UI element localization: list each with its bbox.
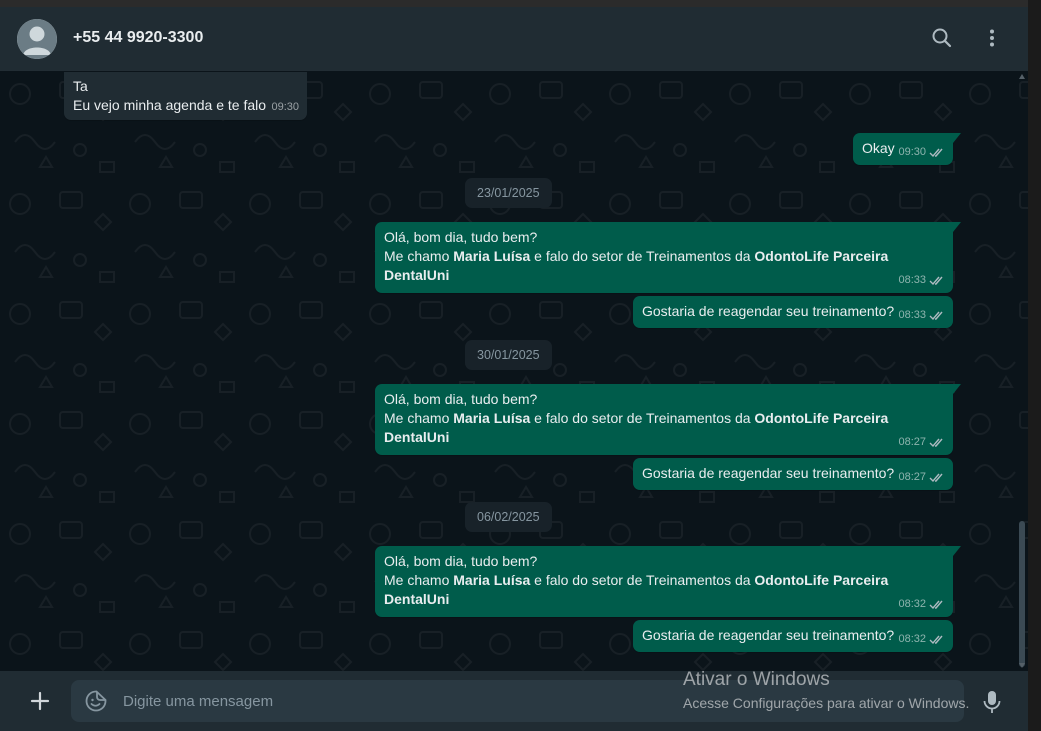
bubble-tail [953,384,961,394]
message-text: Ta [73,78,88,94]
outgoing-message[interactable]: Olá, bom dia, tudo bem? Me chamo Maria L… [375,222,961,293]
chat-header[interactable]: +55 44 9920-3300 [0,7,1028,71]
message-time: 08:32 [898,633,926,645]
date-divider: 30/01/2025 [465,340,552,370]
read-ticks-icon [929,148,943,158]
message-text: e falo do setor de Treinamentos da [530,410,755,426]
message-text: Me chamo [384,248,454,264]
sticker-button[interactable] [85,690,107,712]
message-time: 09:30 [271,101,299,113]
scroll-down-arrow[interactable] [1019,663,1025,668]
message-text: Olá, bom dia, tudo bem? [384,553,538,569]
search-button[interactable] [929,25,955,51]
message-time: 08:33 [898,274,926,286]
message-meta: 08:27 [898,433,945,452]
read-ticks-icon [929,311,943,321]
search-icon [932,28,952,48]
bold-company: OdontoLife Parceira [754,572,889,588]
bold-company: DentalUni [384,267,450,283]
bubble-tail [953,222,961,232]
window-top-border [0,0,1041,7]
bold-company: OdontoLife Parceira [754,410,889,426]
message-time: 08:27 [898,436,926,448]
scrollbar-thumb[interactable] [1019,521,1025,667]
outgoing-message[interactable]: Olá, bom dia, tudo bem? Me chamo Maria L… [375,546,961,617]
message-meta: 08:32 [898,630,945,649]
outgoing-message[interactable]: Gostaria de reagendar seu treinamento? 0… [633,458,953,490]
outgoing-message[interactable]: Gostaria de reagendar seu treinamento? 0… [633,296,953,328]
scroll-up-arrow[interactable] [1019,74,1025,79]
contact-name[interactable]: +55 44 9920-3300 [73,29,203,47]
message-meta: 08:33 [898,306,945,325]
message-time: 09:30 [898,146,926,158]
message-time: 08:32 [898,598,926,610]
outgoing-message[interactable]: Gostaria de reagendar seu treinamento? 0… [633,620,953,652]
message-text: Eu vejo minha agenda e te falo [73,97,267,113]
attach-button[interactable] [26,687,54,715]
outgoing-message[interactable]: Okay 09:30 [853,133,961,165]
message-input-container[interactable] [71,680,964,724]
bold-name: Maria Luísa [453,248,531,264]
mic-icon [983,691,1001,713]
bold-name: Maria Luísa [453,410,531,426]
message-meta: 08:27 [898,468,945,487]
bubble-tail [953,546,961,556]
message-text-line: Me chamo Maria Luísa e falo do setor de … [384,247,944,266]
message-text: e falo do setor de Treinamentos da [530,572,755,588]
window-right-border [1028,0,1041,731]
message-meta: 09:30 [898,143,945,162]
message-text: Olá, bom dia, tudo bem? [384,391,538,407]
default-avatar-icon [17,19,57,59]
message-text: Me chamo [384,410,454,426]
voice-message-button[interactable] [981,689,1003,715]
bold-name: Maria Luísa [453,572,531,588]
message-list[interactable]: Ta Eu vejo minha agenda e te falo 09:30 … [0,72,1028,671]
message-meta: 09:30 [271,98,299,117]
message-input[interactable] [121,680,925,724]
date-divider: 06/02/2025 [465,502,552,532]
read-ticks-icon [929,276,943,286]
read-ticks-icon [929,473,943,483]
bold-company: OdontoLife Parceira [754,248,889,264]
bubble-tail [953,133,961,143]
outgoing-message[interactable]: Olá, bom dia, tudo bem? Me chamo Maria L… [375,384,961,455]
composer-bar [0,671,1028,731]
message-text-line: Me chamo Maria Luísa e falo do setor de … [384,571,944,590]
kebab-menu-icon [990,29,994,47]
incoming-message[interactable]: Ta Eu vejo minha agenda e te falo 09:30 [64,72,307,120]
message-meta: 08:32 [898,595,945,614]
message-time: 08:33 [898,309,926,321]
message-text: Olá, bom dia, tudo bem? [384,229,538,245]
read-ticks-icon [929,600,943,610]
message-time: 08:27 [898,471,926,483]
read-ticks-icon [929,635,943,645]
sticker-icon [85,690,107,712]
message-text-line: Me chamo Maria Luísa e falo do setor de … [384,409,944,428]
read-ticks-icon [929,438,943,448]
message-meta: 08:33 [898,271,945,290]
whatsapp-chat-window: +55 44 9920-3300 Ta Eu vejo minha agenda… [0,7,1028,731]
date-divider: 23/01/2025 [465,178,552,208]
menu-button[interactable] [979,25,1005,51]
bold-company: DentalUni [384,591,450,607]
bold-company: DentalUni [384,429,450,445]
plus-icon [30,691,50,711]
message-text: e falo do setor de Treinamentos da [530,248,755,264]
contact-avatar[interactable] [17,19,57,59]
message-text: Me chamo [384,572,454,588]
